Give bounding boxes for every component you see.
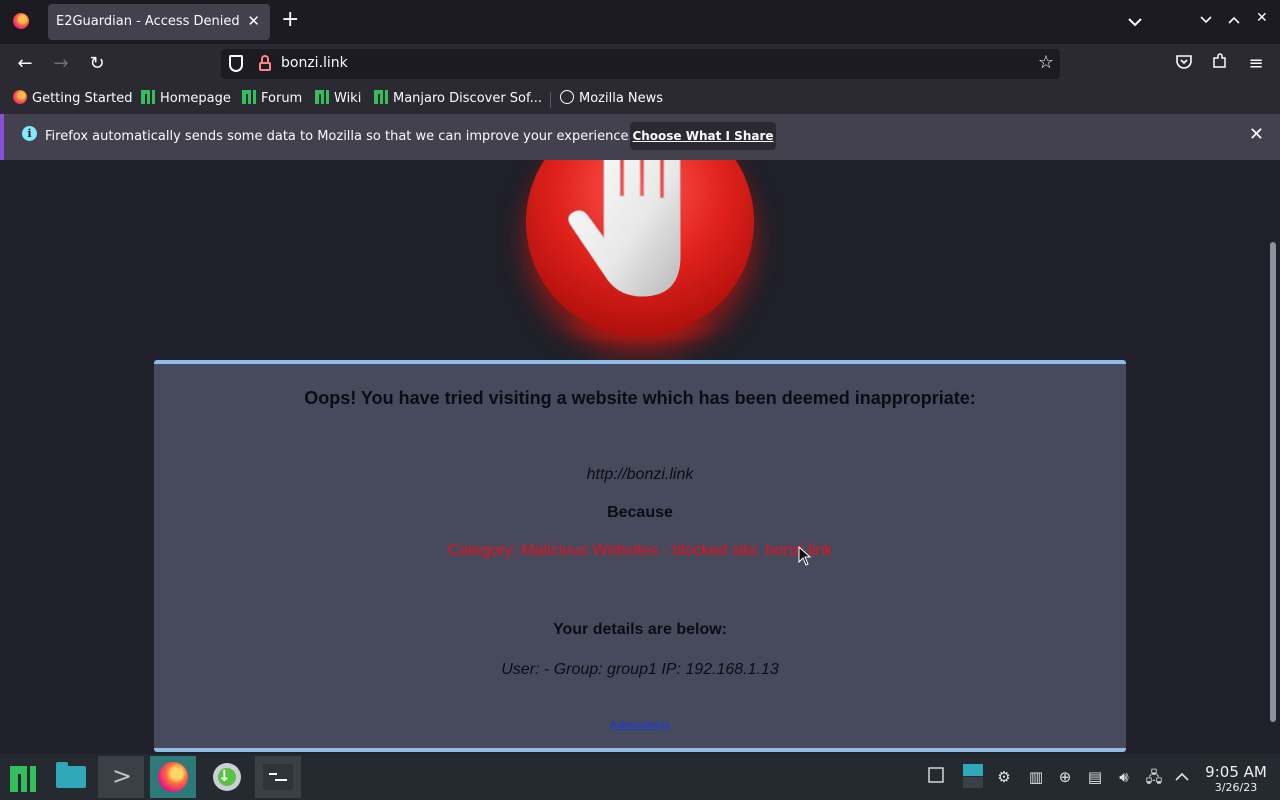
url-bar[interactable]: bonzi.link ☆ (221, 49, 1060, 79)
bookmark-manjaro-discover[interactable]: Manjaro Discover Sof... (374, 90, 542, 108)
folder-icon (56, 762, 86, 788)
reload-button[interactable]: ↻ (85, 52, 109, 76)
bookmark-forum[interactable]: Forum (242, 90, 302, 108)
show-hidden-icons-icon[interactable] (1172, 767, 1192, 787)
maximize-icon[interactable] (1228, 12, 1240, 28)
user-details: User: - Group: group1 IP: 192.168.1.13 (501, 661, 779, 678)
network-tools-icon[interactable]: ⚙ (994, 767, 1014, 787)
new-tab-button[interactable]: + (281, 8, 299, 32)
details-heading: Your details are below: (553, 621, 727, 638)
acknowledge-link[interactable]: Acknowledge (154, 720, 1126, 731)
forward-button[interactable]: → (49, 52, 73, 76)
bookmark-star-icon[interactable]: ☆ (1038, 52, 1054, 73)
terminal-button[interactable]: > (98, 756, 144, 798)
network-icon[interactable]: 🖧︎ (1144, 767, 1164, 787)
bookmarks-toolbar: Getting Started Homepage Forum Wiki Manj… (0, 84, 1280, 114)
manjaro-icon (141, 90, 155, 104)
volume-icon[interactable]: 🔊︎ (1114, 767, 1134, 787)
firefox-icon (13, 90, 27, 104)
bookmark-mozilla-news[interactable]: Mozilla News (560, 90, 663, 108)
tracking-protection-icon[interactable] (229, 55, 243, 72)
bookmark-getting-started[interactable]: Getting Started (13, 90, 133, 108)
data-reporting-notification: i Firefox automatically sends some data … (0, 114, 1280, 160)
terminal-icon: > (112, 762, 133, 790)
terminal-dark-icon (263, 764, 293, 790)
because-label: Because (607, 504, 673, 521)
clock-time[interactable]: 9:05 AM (1200, 763, 1272, 781)
show-desktop-icon[interactable] (926, 767, 946, 787)
blocked-url: http://bonzi.link (586, 466, 694, 483)
window-close-icon[interactable]: ✕ (1256, 10, 1268, 26)
clipboard-icon[interactable]: ▤ (1085, 767, 1105, 787)
app-menu-icon[interactable]: ≡ (1244, 52, 1268, 76)
list-all-tabs-icon[interactable] (1128, 12, 1142, 31)
tab-active[interactable]: E2Guardian - Access Denied ✕ (48, 4, 270, 40)
taskbar: > ↓ ⚙ ▥ ⊕ ▤ 🔊︎ 🖧︎ (0, 754, 1280, 800)
package-updates-icon[interactable]: ▥ (1026, 767, 1046, 787)
downloader-button[interactable]: ↓ (204, 756, 250, 798)
firefox-icon (158, 762, 188, 792)
denied-heading: Oops! You have tried visiting a website … (304, 388, 976, 408)
manjaro-logo-icon (10, 766, 36, 792)
file-manager-button[interactable] (48, 756, 94, 798)
bookmark-homepage[interactable]: Homepage (141, 90, 231, 108)
insecure-lock-icon[interactable] (259, 55, 271, 72)
back-button[interactable]: ← (13, 52, 37, 76)
block-reason: Category: Malicious Websites - blocked s… (447, 542, 833, 559)
pager-icon[interactable] (962, 763, 984, 789)
globe-icon (560, 90, 574, 104)
url-text[interactable]: bonzi.link (281, 55, 348, 71)
nav-bar: ← → ↻ bonzi.link ☆ ≡ (0, 44, 1280, 84)
page-content: Oops! You have tried visiting a website … (0, 160, 1280, 754)
manjaro-icon (374, 90, 388, 104)
info-icon: i (22, 126, 37, 141)
screen: E2Guardian - Access Denied ✕ + ✕ ← → ↻ b… (0, 0, 1280, 800)
scrollbar-thumb[interactable] (1270, 242, 1276, 722)
notification-text: Firefox automatically sends some data to… (45, 129, 633, 144)
update-icon[interactable]: ⊕ (1055, 767, 1075, 787)
choose-what-i-share-button[interactable]: Choose What I Share (630, 122, 776, 150)
access-denied-card: Oops! You have tried visiting a website … (154, 360, 1126, 752)
application-launcher-button[interactable] (0, 756, 46, 798)
mouse-cursor-icon (798, 546, 812, 566)
page-scrollbar[interactable] (1266, 160, 1280, 754)
tab-close-icon[interactable]: ✕ (247, 12, 260, 30)
stop-hand-icon (526, 160, 754, 336)
bookmark-wiki[interactable]: Wiki (315, 90, 361, 108)
tab-title: E2Guardian - Access Denied (56, 14, 240, 29)
notification-close-icon[interactable]: ✕ (1249, 124, 1264, 145)
firefox-view-icon[interactable] (13, 13, 29, 29)
tab-strip: E2Guardian - Access Denied ✕ + ✕ (0, 0, 1280, 44)
firefox-task-button[interactable] (150, 756, 196, 798)
pocket-icon[interactable] (1172, 52, 1196, 76)
bookmark-separator (550, 92, 551, 108)
extensions-icon[interactable] (1208, 52, 1232, 76)
clock-date[interactable]: 3/26/23 (1200, 781, 1272, 794)
manjaro-icon (315, 90, 329, 104)
terminal-dark-button[interactable] (255, 756, 301, 798)
minimize-icon[interactable] (1200, 12, 1212, 28)
manjaro-icon (242, 90, 256, 104)
